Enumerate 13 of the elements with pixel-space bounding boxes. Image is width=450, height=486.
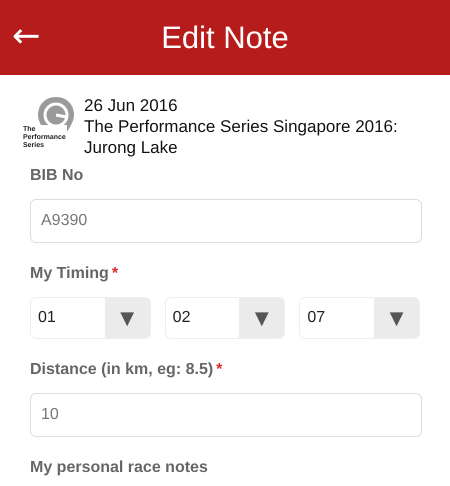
event-name: The Performance Series Singapore 2016: Jurong Lake [84, 116, 399, 158]
field-label: BIB No [30, 167, 84, 185]
event-date: 26 Jun 2016 [84, 95, 179, 116]
page-title: Edit Note [161, 20, 289, 56]
dropdown[interactable]: 01 ▼ [30, 297, 151, 339]
field-label: My Timing * [30, 265, 120, 283]
dropdown[interactable]: 02 ▼ [164, 297, 286, 339]
back-button[interactable]: ← [8, 16, 44, 56]
dropdown[interactable]: 07 ▼ [299, 297, 420, 339]
input-field[interactable]: 10 [30, 393, 422, 437]
input-field[interactable]: A9390 [30, 199, 422, 243]
field-label: My personal race notes [30, 459, 209, 477]
field-label: Distance (in km, eg: 8.5) * [30, 361, 224, 379]
